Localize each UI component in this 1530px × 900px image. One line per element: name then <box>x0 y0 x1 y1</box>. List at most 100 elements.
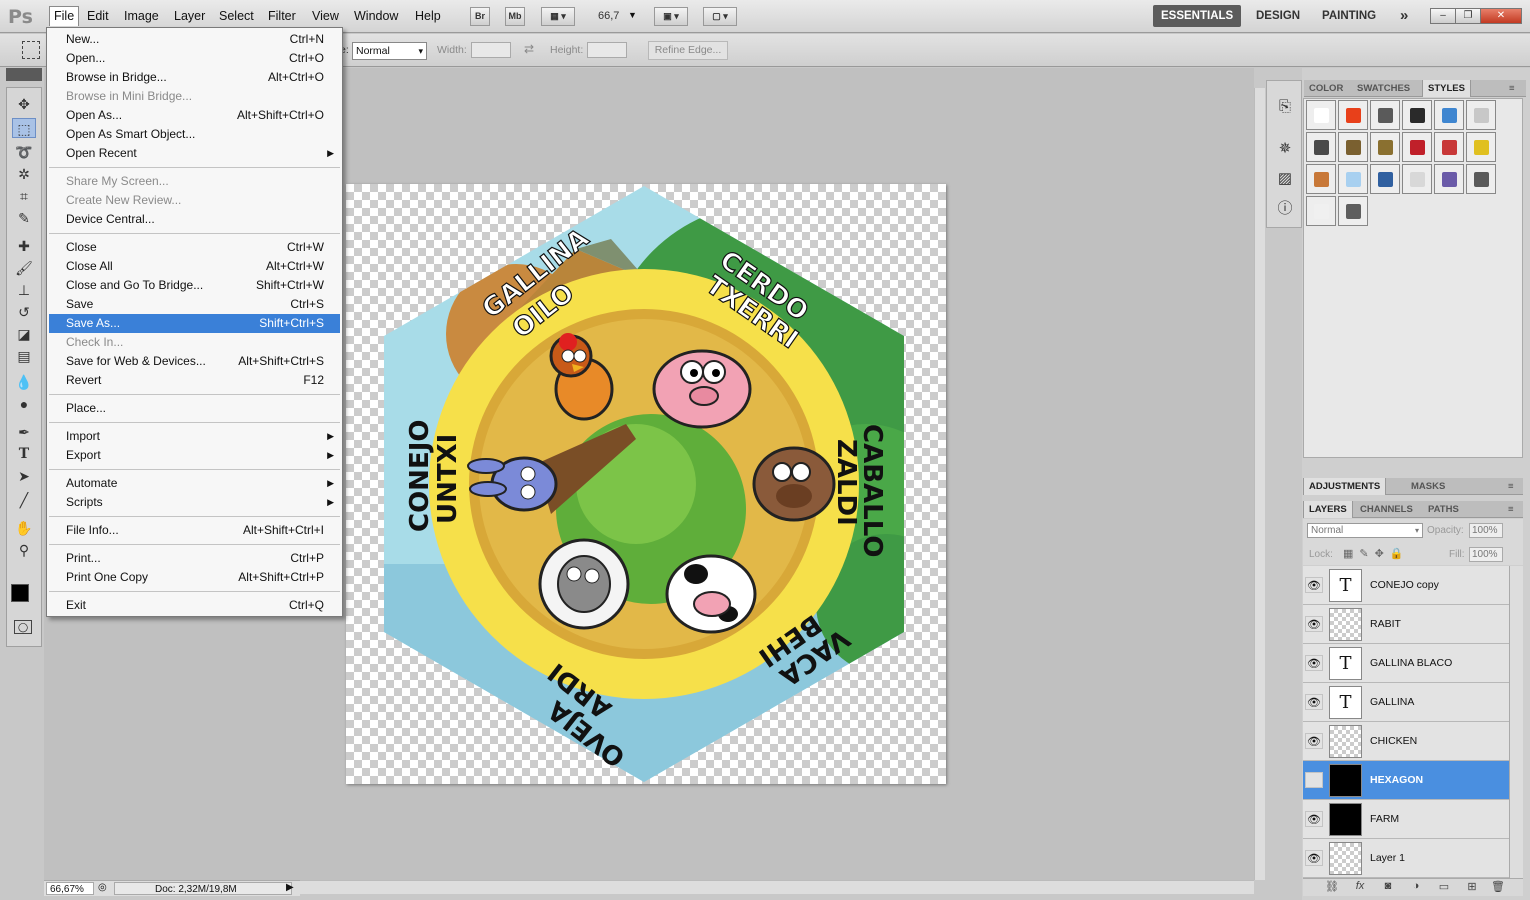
layer-row[interactable]: 👁 FARM <box>1303 800 1509 839</box>
file-menu-item-import[interactable]: Import ▶ <box>49 427 340 446</box>
file-menu-item-open-recent[interactable]: Open Recent ▶ <box>49 144 340 163</box>
delete-layer-icon[interactable]: 🗑 <box>1489 880 1507 896</box>
document-canvas[interactable]: GALLINA OILO CERDO TXERRI CABALLO ZALDI … <box>346 184 946 784</box>
menu-window[interactable]: Window <box>350 8 402 24</box>
marquee-tool-icon[interactable]: ⬚ <box>12 118 36 138</box>
layer-style-icon[interactable]: fx <box>1351 880 1369 896</box>
brush-tool-icon[interactable]: 🖌 <box>12 258 36 278</box>
style-swatch[interactable] <box>1402 164 1432 194</box>
info-panel-icon[interactable]: ⓘ <box>1275 199 1295 219</box>
layer-row[interactable]: 👁 T GALLINA <box>1303 683 1509 722</box>
file-menu-item-browse-in-bridge[interactable]: Browse in Bridge... Alt+Ctrl+O <box>49 68 340 87</box>
menu-layer[interactable]: Layer <box>170 8 209 24</box>
histogram-panel-icon[interactable]: ▨ <box>1275 169 1295 189</box>
restore-button[interactable]: ❐ <box>1455 8 1481 24</box>
healing-brush-icon[interactable]: ✚ <box>12 236 36 256</box>
vertical-scrollbar[interactable] <box>1254 88 1265 880</box>
blend-mode-select[interactable]: Normal ▾ <box>1307 523 1423 538</box>
menu-edit[interactable]: Edit <box>83 8 113 24</box>
new-group-icon[interactable]: ▭ <box>1435 880 1453 896</box>
file-menu-item-place[interactable]: Place... <box>49 399 340 418</box>
file-menu-item-device-central[interactable]: Device Central... <box>49 210 340 229</box>
menu-image[interactable]: Image <box>120 8 163 24</box>
gradient-tool-icon[interactable]: ▤ <box>12 346 36 366</box>
panel-menu-icon[interactable]: ≡ <box>1503 478 1519 495</box>
layer-visibility-eye-icon[interactable]: 👁 <box>1305 577 1323 593</box>
layer-visibility-eye-icon[interactable]: 👁 <box>1305 694 1323 710</box>
status-menu-arrow-icon[interactable]: ▶ <box>286 882 294 893</box>
style-select[interactable]: Normal ▾ <box>352 42 427 60</box>
style-swatch[interactable] <box>1306 100 1336 130</box>
layer-row[interactable]: 👁 Layer 1 <box>1303 839 1509 878</box>
style-swatch[interactable] <box>1306 164 1336 194</box>
tab-swatches[interactable]: SWATCHES <box>1352 80 1415 97</box>
line-tool-icon[interactable]: ╱ <box>12 490 36 510</box>
style-swatch[interactable] <box>1338 164 1368 194</box>
path-selection-icon[interactable]: ➤ <box>12 466 36 486</box>
style-swatch[interactable] <box>1402 100 1432 130</box>
file-menu-item-automate[interactable]: Automate ▶ <box>49 474 340 493</box>
layer-row[interactable]: 👁 T GALLINA BLACO <box>1303 644 1509 683</box>
tab-masks[interactable]: MASKS <box>1406 478 1450 495</box>
quick-mask-icon[interactable]: ◯ <box>14 620 32 634</box>
arrange-documents-button[interactable]: ▣ ▾ <box>654 7 688 26</box>
file-menu-item-save-for-web[interactable]: Save for Web & Devices... Alt+Shift+Ctrl+… <box>49 352 340 371</box>
width-field[interactable] <box>471 42 511 58</box>
close-window-button[interactable]: ✕ <box>1480 8 1522 24</box>
link-layers-icon[interactable]: ⛓ <box>1323 880 1341 896</box>
file-menu-item-new[interactable]: New... Ctrl+N <box>49 30 340 49</box>
zoom-level[interactable]: 66,7 <box>598 10 619 22</box>
panel-menu-icon[interactable]: ≡ <box>1504 80 1520 97</box>
style-swatch[interactable] <box>1466 132 1496 162</box>
screen-mode-button[interactable]: ▢ ▾ <box>703 7 737 26</box>
style-swatch[interactable] <box>1466 164 1496 194</box>
style-swatch[interactable] <box>1306 132 1336 162</box>
dodge-tool-icon[interactable]: ● <box>12 394 36 414</box>
type-tool-icon[interactable]: T <box>12 444 36 464</box>
layer-visibility-eye-icon[interactable]: 👁 <box>1305 655 1323 671</box>
file-menu-item-save-as[interactable]: Save As... Shift+Ctrl+S <box>49 314 340 333</box>
eyedropper-icon[interactable]: ✎ <box>12 208 36 228</box>
layer-visibility-eye-icon[interactable] <box>1305 772 1323 788</box>
file-menu-item-close[interactable]: Close Ctrl+W <box>49 238 340 257</box>
file-menu-item-open[interactable]: Open... Ctrl+O <box>49 49 340 68</box>
layer-visibility-eye-icon[interactable]: 👁 <box>1305 850 1323 866</box>
style-swatch[interactable] <box>1434 100 1464 130</box>
layer-row[interactable]: HEXAGON <box>1303 761 1509 800</box>
status-icon[interactable]: ◎ <box>98 882 107 893</box>
file-menu-item-exit[interactable]: Exit Ctrl+Q <box>49 596 340 615</box>
stamp-tool-icon[interactable]: ⊥ <box>12 280 36 300</box>
move-tool-icon[interactable]: ✥ <box>12 94 36 114</box>
eraser-icon[interactable]: ◪ <box>12 324 36 344</box>
file-menu-item-save[interactable]: Save Ctrl+S <box>49 295 340 314</box>
tab-adjustments[interactable]: ADJUSTMENTS <box>1303 478 1387 495</box>
magic-wand-icon[interactable]: ✲ <box>12 164 36 184</box>
style-swatch[interactable] <box>1370 132 1400 162</box>
file-menu-item-export[interactable]: Export ▶ <box>49 446 340 465</box>
style-swatch[interactable] <box>1338 132 1368 162</box>
hand-tool-icon[interactable]: ✋ <box>12 518 36 538</box>
style-swatch[interactable] <box>1338 196 1368 226</box>
workspace-painting[interactable]: PAINTING <box>1314 5 1384 27</box>
style-swatch[interactable] <box>1338 100 1368 130</box>
history-brush-icon[interactable]: ↺ <box>12 302 36 322</box>
style-swatch[interactable] <box>1306 196 1336 226</box>
style-swatch[interactable] <box>1370 164 1400 194</box>
history-panel-icon[interactable]: ⎘ <box>1275 97 1295 117</box>
zoom-tool-icon[interactable]: ⚲ <box>12 540 36 560</box>
navigator-panel-icon[interactable]: ✵ <box>1275 139 1295 159</box>
view-extras-button[interactable]: ▦ ▾ <box>541 7 575 26</box>
tab-paths[interactable]: PATHS <box>1423 501 1464 518</box>
workspace-design[interactable]: DESIGN <box>1248 5 1308 27</box>
layer-row[interactable]: 👁 CHICKEN <box>1303 722 1509 761</box>
blur-tool-icon[interactable]: 💧 <box>12 372 36 392</box>
tab-channels[interactable]: CHANNELS <box>1355 501 1418 518</box>
opacity-field[interactable]: 100% <box>1469 523 1503 538</box>
foreground-color-swatch[interactable] <box>11 584 29 602</box>
bridge-button[interactable]: Br <box>470 7 490 26</box>
pen-tool-icon[interactable]: ✒ <box>12 422 36 442</box>
panel-menu-icon[interactable]: ≡ <box>1503 501 1519 518</box>
new-layer-icon[interactable]: ⊞ <box>1463 880 1481 896</box>
file-menu-item-print[interactable]: Print... Ctrl+P <box>49 549 340 568</box>
minimize-button[interactable]: – <box>1430 8 1456 24</box>
